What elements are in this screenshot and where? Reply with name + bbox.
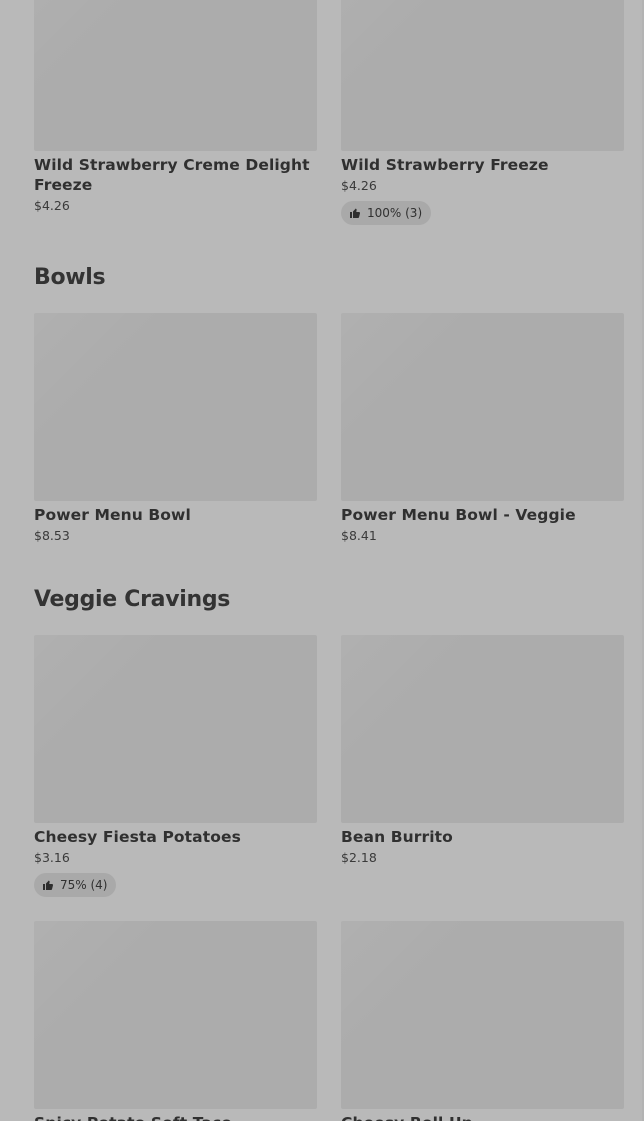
item-name: Power Menu Bowl - Veggie <box>341 506 576 524</box>
item-name: Power Menu Bowl <box>34 506 191 524</box>
item-price: $3.16 <box>34 850 70 865</box>
item-image <box>34 313 317 501</box>
rating-text: 75% (4) <box>60 878 108 892</box>
menu-item-card[interactable]: Cheesy Fiesta Potatoes $3.16 75% (4) <box>34 635 317 897</box>
item-image <box>34 635 317 823</box>
item-image <box>341 921 624 1109</box>
item-price: $2.18 <box>341 850 377 865</box>
menu-item-card[interactable]: Power Menu Bowl $8.53 <box>34 313 317 545</box>
item-name: Spicy Potato Soft Taco <box>34 1113 317 1121</box>
menu-item-card[interactable]: Wild Strawberry Freeze $4.26 100% (3) <box>341 0 624 225</box>
thumbs-up-icon <box>350 208 361 218</box>
rating-badge: 75% (4) <box>34 873 117 897</box>
item-image <box>34 0 317 151</box>
item-price: $4.26 <box>34 198 70 213</box>
item-name: Cheesy Fiesta Potatoes <box>34 828 241 846</box>
veggie-grid-row-2: Spicy Potato Soft Taco Cheesy Roll Up <box>34 921 624 1121</box>
menu-item-card[interactable]: Power Menu Bowl - Veggie $8.41 <box>341 313 624 545</box>
item-price: $4.26 <box>341 178 377 193</box>
bowls-grid: Power Menu Bowl $8.53 Power Menu Bowl - … <box>34 313 624 545</box>
section-title-bowls: Bowls <box>34 265 106 290</box>
item-price: $8.41 <box>341 528 377 543</box>
section-title-veggie-cravings: Veggie Cravings <box>34 587 231 612</box>
menu-item-card[interactable]: Spicy Potato Soft Taco <box>34 921 317 1121</box>
rating-text: 100% (3) <box>367 206 423 220</box>
item-price: $8.53 <box>34 528 70 543</box>
menu-item-card[interactable]: Cheesy Roll Up <box>341 921 624 1121</box>
item-name: Wild Strawberry Freeze <box>341 156 549 174</box>
menu-item-card[interactable]: Wild Strawberry Creme Delight Freeze $4.… <box>34 0 317 225</box>
rating-badge: 100% (3) <box>341 201 432 225</box>
item-image <box>341 313 624 501</box>
thumbs-up-icon <box>43 880 54 890</box>
menu-page: Wild Strawberry Creme Delight Freeze $4.… <box>0 0 644 1121</box>
top-items-grid: Wild Strawberry Creme Delight Freeze $4.… <box>34 0 624 225</box>
item-name: Bean Burrito <box>341 828 453 846</box>
item-image <box>341 0 624 151</box>
menu-item-card[interactable]: Bean Burrito $2.18 <box>341 635 624 897</box>
item-name: Wild Strawberry Creme Delight Freeze <box>34 156 310 194</box>
item-image <box>34 921 317 1109</box>
item-image <box>341 635 624 823</box>
item-name: Cheesy Roll Up <box>341 1113 624 1121</box>
veggie-grid-row-1: Cheesy Fiesta Potatoes $3.16 75% (4) Bea… <box>34 635 624 897</box>
